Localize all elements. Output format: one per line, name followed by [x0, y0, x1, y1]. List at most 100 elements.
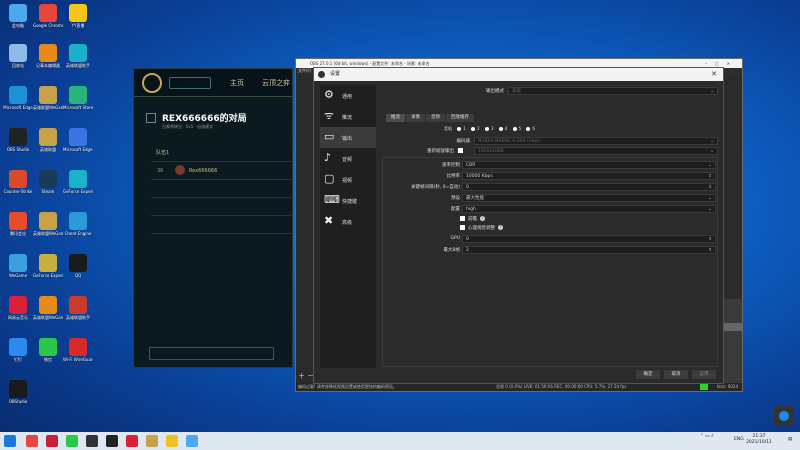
desktop-icon[interactable]: Microsoft Edge: [3, 86, 33, 110]
help-icon: ?: [480, 216, 485, 221]
desktop-icon[interactable]: Wi-Fi WireGuard: [63, 338, 93, 362]
desktop-icon-label: Microsoft Store: [63, 105, 93, 110]
player-slot[interactable]: [151, 215, 292, 233]
sidebar-item-audio[interactable]: ♪ 音频: [320, 148, 376, 169]
desktop-icon[interactable]: 记事本编辑器: [33, 44, 63, 68]
taskbar-app-icon[interactable]: [126, 435, 138, 447]
desktop-icon[interactable]: 英雄联盟助手: [63, 296, 93, 320]
taskbar-clock[interactable]: 21:37 2021/10/11: [746, 434, 772, 446]
app-icon: [39, 338, 57, 356]
output-mode-select[interactable]: 高级 ⌄: [508, 87, 718, 95]
ok-button[interactable]: 确定: [636, 370, 660, 379]
keyframe-spinbox[interactable]: 0 ⇕: [462, 183, 716, 191]
tab-streaming[interactable]: 推流: [386, 114, 405, 122]
rate-control-select[interactable]: CBR ⌄: [462, 161, 716, 169]
apply-button[interactable]: 应用: [692, 370, 716, 379]
sidebar-item-hotkeys[interactable]: ⌨ 快捷键: [320, 190, 376, 211]
desktop-icon[interactable]: GeForce Experience: [63, 170, 93, 194]
taskbar-app-icon[interactable]: [26, 435, 38, 447]
play-button[interactable]: [169, 77, 211, 89]
profile-select[interactable]: high ⌄: [462, 205, 716, 213]
track-radio[interactable]: [498, 127, 503, 131]
lol-logo-icon[interactable]: [142, 73, 162, 93]
sidebar-item-video[interactable]: ▢ 视频: [320, 169, 376, 190]
gpu-label: GPU: [450, 236, 461, 241]
desktop-icon[interactable]: 钉钉: [3, 338, 33, 362]
desktop-icon[interactable]: QQ: [63, 254, 93, 278]
taskbar-app-icon[interactable]: [106, 435, 118, 447]
track-radio[interactable]: [512, 127, 517, 131]
nav-home[interactable]: 主页: [230, 78, 244, 88]
taskbar-app-icon[interactable]: [186, 435, 198, 447]
desktop-icon[interactable]: Steam: [33, 170, 63, 194]
desktop-icon[interactable]: 微信: [33, 338, 63, 362]
tab-replay-buffer[interactable]: 回放缓存: [446, 114, 474, 122]
bitrate-spinbox[interactable]: 10000 Kbps ⇕: [462, 172, 716, 180]
notification-icon[interactable]: ▤: [788, 437, 792, 442]
app-icon: [9, 296, 27, 314]
dock-buttons[interactable]: ＋ －: [298, 371, 314, 381]
desktop-icon[interactable]: OBStudio: [3, 380, 33, 404]
tab-audio[interactable]: 音频: [426, 114, 445, 122]
taskbar-app-icon[interactable]: [86, 435, 98, 447]
lol-topbar: 主页 云顶之弈: [134, 69, 292, 97]
desktop-icon[interactable]: 英雄联盟WeGame版: [33, 86, 63, 110]
encoder-select[interactable]: NVIDIA NVENC H.264 (new) ⌄: [474, 137, 718, 145]
desktop-icon[interactable]: YY直播: [63, 4, 93, 28]
rescale-select[interactable]: 1920x1080 ⌄: [474, 147, 718, 155]
sidebar-item-advanced[interactable]: ✖ 高级: [320, 211, 376, 232]
cancel-button[interactable]: 取消: [664, 370, 688, 379]
lookahead-checkbox[interactable]: [460, 216, 465, 221]
rescale-checkbox[interactable]: [458, 148, 463, 153]
track-radio[interactable]: [471, 127, 476, 131]
desktop-icon[interactable]: 腾讯会议: [3, 212, 33, 236]
player-slot[interactable]: [151, 179, 292, 197]
track-radio[interactable]: [484, 127, 489, 131]
menu-file[interactable]: 文件(F): [298, 68, 311, 73]
tray-icons[interactable]: ⌃ ▭ ♪: [700, 434, 714, 439]
lang-indicator[interactable]: ENG: [734, 437, 744, 442]
desktop-icon[interactable]: 英雄联盟: [33, 128, 63, 152]
desktop-icon[interactable]: Microsoft Edge Dev: [63, 128, 93, 152]
desktop-icon-label: 英雄联盟: [40, 147, 56, 152]
desktop-icon[interactable]: 网易云音乐: [3, 296, 33, 320]
desktop-icon[interactable]: Cheat Engine: [63, 212, 93, 236]
taskbar-app-icon[interactable]: [146, 435, 158, 447]
nav-tft[interactable]: 云顶之弈: [262, 78, 290, 88]
tab-recording[interactable]: 录像: [406, 114, 425, 122]
desktop-icon[interactable]: GeForce Experience: [33, 254, 63, 278]
player-slot[interactable]: 36 Rex666666: [151, 161, 292, 179]
desktop-icon[interactable]: 此电脑: [3, 4, 33, 28]
chat-input[interactable]: [149, 347, 274, 360]
player-slot[interactable]: [151, 233, 292, 251]
psycho-visual-checkbox[interactable]: [460, 225, 465, 230]
desktop-icon[interactable]: 英雄联盟WeGame版: [33, 212, 63, 236]
desktop-icon[interactable]: Google Chrome: [33, 4, 63, 28]
preset-select[interactable]: 最大性能 ⌄: [462, 194, 716, 202]
desktop-icon[interactable]: OBS Studio: [3, 128, 33, 152]
desktop-icon[interactable]: Counter-Strike: [3, 170, 33, 194]
track-radio[interactable]: [526, 127, 531, 131]
desktop-icon-label: OBS Studio: [6, 147, 30, 152]
sidebar-item-general[interactable]: ⚙ 通用: [320, 85, 376, 106]
desktop-icon[interactable]: WeGame: [3, 254, 33, 278]
sidebar-item-output[interactable]: ▭ 输出: [320, 127, 376, 148]
app-icon: [69, 212, 87, 230]
lookahead-label: 前瞻?: [468, 216, 485, 222]
gpu-spinbox[interactable]: 0 ⇕: [462, 235, 716, 243]
desktop-icon[interactable]: Microsoft Store: [63, 86, 93, 110]
taskbar-app-icon[interactable]: [66, 435, 78, 447]
settings-titlebar: 设置 ✕: [314, 68, 723, 81]
max-bframes-spinbox[interactable]: 2 ⇕: [462, 246, 716, 254]
desktop-icon[interactable]: 回收站: [3, 44, 33, 68]
track-radio[interactable]: [457, 127, 462, 131]
desktop-icon[interactable]: 英雄联盟助手: [63, 44, 93, 68]
desktop-icon[interactable]: 英雄联盟WeGame版: [33, 296, 63, 320]
sidebar-item-stream[interactable]: ᯤ 推流: [320, 106, 376, 127]
close-icon[interactable]: ✕: [711, 68, 717, 81]
taskbar-app-icon[interactable]: [166, 435, 178, 447]
start-icon[interactable]: [4, 435, 16, 447]
taskbar-app-icon[interactable]: [46, 435, 58, 447]
player-slot[interactable]: [151, 197, 292, 215]
floating-app-icon[interactable]: [774, 406, 794, 426]
